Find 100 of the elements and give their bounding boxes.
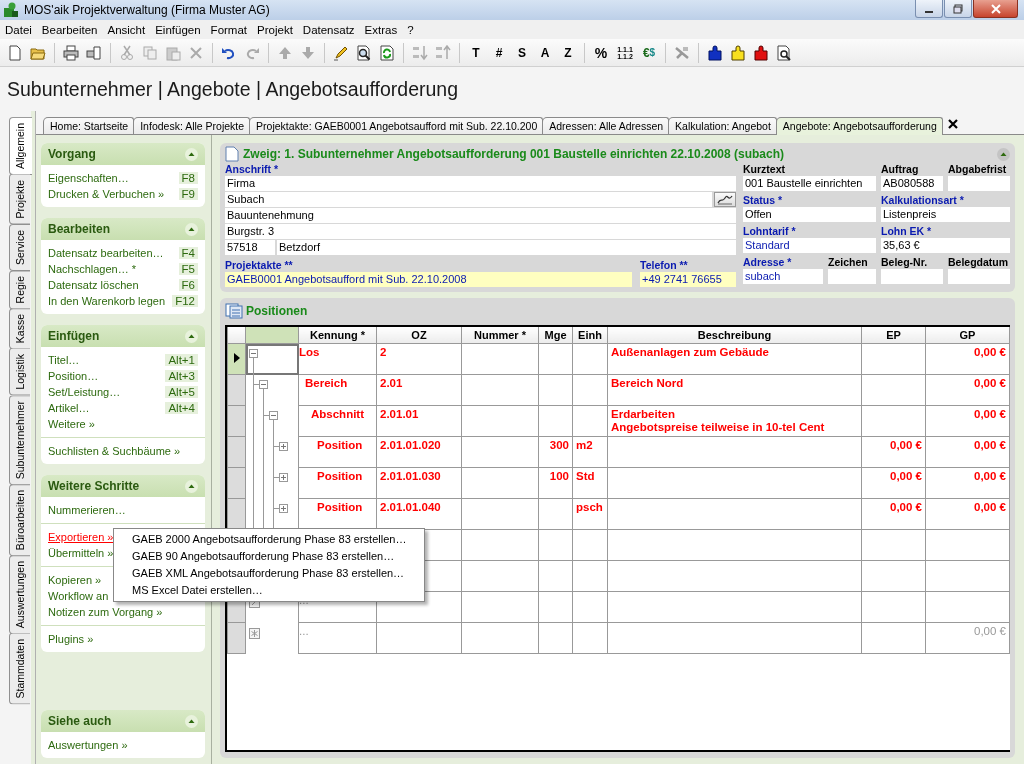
collapse-icon[interactable]	[249, 349, 258, 358]
collapse-icon[interactable]	[185, 329, 198, 343]
collapse-icon[interactable]	[259, 379, 268, 389]
printer-icon[interactable]	[61, 42, 81, 63]
menu-item[interactable]: Projekt	[252, 23, 298, 36]
close-icon[interactable]	[947, 119, 958, 129]
sidebar-link[interactable]: Titel…	[48, 354, 80, 366]
menu-item[interactable]: Format	[205, 23, 253, 36]
collapse-icon[interactable]	[185, 147, 198, 161]
puzzle-piece-icon[interactable]	[705, 42, 725, 63]
sidebar-link[interactable]: Suchlisten & Suchbäume »	[48, 445, 181, 457]
text-field[interactable]	[948, 176, 1010, 191]
text-field[interactable]	[948, 269, 1010, 284]
side-tab[interactable]: Projekte	[9, 174, 30, 225]
sidebar-link[interactable]: Datensatz löschen	[48, 279, 139, 291]
text-field[interactable]: Standard	[743, 238, 876, 253]
collapse-icon[interactable]	[997, 147, 1010, 161]
sidebar-link[interactable]: Datensatz bearbeiten…	[48, 247, 164, 259]
text-field[interactable]: 001 Baustelle einrichten	[743, 176, 876, 191]
sidebar-link[interactable]: Übermitteln »	[48, 547, 114, 559]
tab[interactable]: Infodesk: Alle Projekte	[133, 117, 251, 134]
tab[interactable]: Angebote: Angebotsaufforderung	[775, 117, 943, 135]
sidebar-link[interactable]: Artikel…	[48, 402, 90, 414]
sidebar-link[interactable]: Nummerieren…	[48, 504, 126, 516]
sidebar-link[interactable]: Workflow an	[48, 590, 109, 602]
column-header[interactable]: Beschreibung	[607, 327, 862, 344]
menu-item[interactable]: Ansicht	[102, 23, 151, 36]
lookup-button[interactable]	[714, 192, 736, 207]
sidebar-link[interactable]: Notizen zum Vorgang »	[48, 606, 163, 618]
side-tab[interactable]: Büroarbeiten	[9, 484, 30, 557]
text-field[interactable]: Listenpreis	[881, 207, 1010, 222]
collapse-icon[interactable]	[185, 714, 198, 728]
new-row-icon[interactable]	[249, 627, 260, 639]
text-field[interactable]: Burgstr. 3	[225, 224, 736, 239]
toolbar-button[interactable]: #	[489, 42, 509, 63]
side-tab[interactable]: Kasse	[9, 308, 30, 350]
column-header[interactable]: Mge	[538, 327, 573, 344]
menu-item[interactable]: Datei	[0, 23, 37, 36]
toolbar-button[interactable]: S	[512, 42, 532, 63]
menu-item[interactable]: Bearbeiten	[36, 23, 103, 36]
text-field[interactable]: +49 2741 76655	[640, 272, 736, 287]
sidebar-link[interactable]: Eigenschaften…	[48, 172, 129, 184]
toolbar-button[interactable]: T	[466, 42, 486, 63]
toolbar-button[interactable]: €$	[639, 42, 659, 63]
tab[interactable]: Home: Startseite	[43, 117, 135, 134]
column-header[interactable]: Einh	[572, 327, 608, 344]
menu-item[interactable]: Datensatz	[297, 23, 360, 36]
side-tab[interactable]: Allgemein	[9, 117, 32, 176]
side-tab[interactable]: Logistik	[9, 348, 30, 396]
column-header[interactable]: Kennung *	[298, 327, 377, 344]
sidebar-link[interactable]: In den Warenkorb legen	[48, 295, 165, 307]
text-field[interactable]	[828, 269, 876, 284]
side-tab[interactable]: Service	[9, 223, 30, 271]
sidebar-link[interactable]: Plugins »	[48, 633, 94, 645]
text-field[interactable]: 35,63 €	[881, 238, 1010, 253]
expand-icon[interactable]	[279, 441, 288, 451]
text-field[interactable]: Betzdorf	[277, 240, 736, 255]
expand-icon[interactable]	[279, 472, 288, 482]
column-header[interactable]: EP	[861, 327, 926, 344]
menu-item[interactable]: GAEB XML Angebotsaufforderung Phase 83 erstellen…	[114, 565, 424, 582]
menu-item[interactable]: Einfügen	[150, 23, 206, 36]
text-field[interactable]: GAEB0001 Angebotsaufford mit Sub. 22.10.2008	[225, 272, 632, 287]
toolbar-button[interactable]: %	[591, 42, 611, 63]
text-field[interactable]: Offen	[743, 207, 876, 222]
menu-item[interactable]: Extras	[359, 23, 403, 36]
text-field[interactable]: Firma	[225, 176, 736, 191]
tab[interactable]: Projektakte: GAEB0001 Angebotsaufford mit Sub. 22.10.200	[249, 117, 544, 134]
side-tab[interactable]: Regie	[9, 269, 30, 310]
collapse-icon[interactable]	[269, 410, 278, 420]
text-field[interactable]: AB080588	[881, 176, 943, 191]
minimize-button[interactable]	[915, 0, 943, 18]
text-field[interactable]: subach	[743, 269, 823, 284]
sidebar-link[interactable]: Nachschlagen… *	[48, 263, 137, 275]
close-button[interactable]	[973, 0, 1018, 18]
sidebar-link[interactable]: Auswertungen »	[48, 739, 128, 751]
toolbar-button[interactable]: A	[535, 42, 555, 63]
menu-item[interactable]: GAEB 90 Angebotsaufforderung Phase 83 erstellen…	[114, 548, 424, 565]
sidebar-link[interactable]: Set/Leistung…	[48, 386, 121, 398]
menu-item[interactable]: ?	[402, 23, 419, 36]
side-tab[interactable]: Stammdaten	[9, 633, 30, 705]
toolbar-button[interactable]: Z	[558, 42, 578, 63]
sidebar-link[interactable]: Weitere »	[48, 418, 95, 430]
side-tab[interactable]: Auswertungen	[9, 555, 30, 635]
column-header[interactable]: GP	[925, 327, 1010, 344]
side-tab[interactable]: Subunternehmer	[9, 394, 30, 486]
tab[interactable]: Adressen: Alle Adressen	[542, 117, 670, 134]
collapse-icon[interactable]	[185, 479, 198, 493]
menu-item[interactable]: GAEB 2000 Angebotsaufforderung Phase 83 erstellen…	[114, 531, 424, 548]
sidebar-link[interactable]: Position…	[48, 370, 99, 382]
column-header[interactable]: OZ	[376, 327, 462, 344]
text-field[interactable]: 57518	[225, 240, 275, 255]
collapse-icon[interactable]	[185, 222, 198, 236]
row-header[interactable]	[227, 343, 246, 375]
text-field[interactable]: Subach	[225, 192, 712, 207]
puzzle-piece-icon[interactable]	[751, 42, 771, 63]
expand-icon[interactable]	[279, 503, 288, 513]
refresh-icon[interactable]	[377, 42, 397, 63]
text-field[interactable]	[881, 269, 943, 284]
maximize-button[interactable]	[944, 0, 972, 18]
sidebar-link[interactable]: Drucken & Verbuchen »	[48, 188, 165, 200]
